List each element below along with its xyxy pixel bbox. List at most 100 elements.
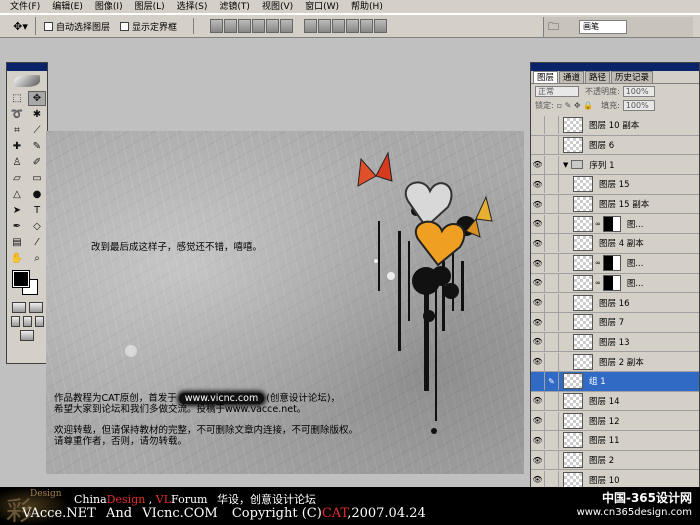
eyedropper-icon[interactable]: ⁄ <box>28 235 46 250</box>
layer-mask-thumbnail[interactable] <box>602 255 621 272</box>
lock-icons[interactable]: ▫ ✎ ✥ 🔒 <box>557 101 593 110</box>
dodge-tool-icon[interactable]: ● <box>28 187 46 202</box>
menu-help[interactable]: 帮助(H) <box>345 0 389 14</box>
eye-icon[interactable]: 👁 <box>531 332 545 351</box>
link-toggle[interactable] <box>545 431 559 450</box>
align-right-icon[interactable] <box>280 19 294 33</box>
link-toggle[interactable] <box>545 293 559 312</box>
layer-row[interactable]: 👁 图层 15 副本 <box>531 194 699 215</box>
eye-icon[interactable]: 👁 <box>531 214 545 233</box>
hand-tool-icon[interactable]: ✋ <box>8 251 26 266</box>
align-hcenter-icon[interactable] <box>266 19 280 33</box>
menu-file[interactable]: 文件(F) <box>4 0 46 14</box>
layer-row[interactable]: 👁 ∞ 图... <box>531 253 699 274</box>
menu-image[interactable]: 图像(I) <box>89 0 129 14</box>
link-toggle[interactable] <box>545 254 559 273</box>
menu-edit[interactable]: 编辑(E) <box>46 0 89 14</box>
tool-preset-picker[interactable]: ✥▾ <box>6 17 36 35</box>
document-canvas[interactable]: 改到最后成这样子，感觉还不错，嘻嘻。 作品教程为CAT原创，首发于 www.vic… <box>46 131 524 474</box>
toolbox-title-bar[interactable] <box>7 63 47 71</box>
link-toggle[interactable] <box>545 155 559 174</box>
layer-row[interactable]: 👁 图层 7 <box>531 312 699 333</box>
layer-mask-thumbnail[interactable] <box>602 274 621 291</box>
standard-mode-icon[interactable] <box>11 302 26 313</box>
tab-history[interactable]: 历史记录 <box>611 71 654 83</box>
show-bounds-checkbox[interactable]: 显示定界框 <box>120 20 177 33</box>
eye-icon[interactable]: 👁 <box>531 254 545 273</box>
layer-row[interactable]: 图层 10 副本 <box>531 116 699 136</box>
eye-icon[interactable]: 👁 <box>531 451 545 470</box>
foreground-color-swatch[interactable] <box>12 270 30 288</box>
menu-view[interactable]: 视图(V) <box>256 0 299 14</box>
gradient-tool-icon[interactable]: ▭ <box>28 171 46 186</box>
jump-to-imageready-icon[interactable] <box>20 330 34 341</box>
toolbox-logo[interactable] <box>7 71 47 91</box>
layer-row[interactable]: 👁 图层 2 副本 <box>531 352 699 372</box>
magic-wand-icon[interactable]: ✱ <box>28 107 46 122</box>
link-toggle[interactable] <box>545 332 559 351</box>
tab-paths[interactable]: 路径 <box>585 71 611 83</box>
layer-row[interactable]: 👁 图层 16 <box>531 293 699 313</box>
link-toggle[interactable] <box>545 451 559 470</box>
link-toggle[interactable] <box>545 214 559 233</box>
layer-mask-thumbnail[interactable] <box>602 215 621 232</box>
layers-panel-title-bar[interactable] <box>531 63 699 71</box>
link-toggle[interactable] <box>545 234 559 253</box>
healing-brush-icon[interactable]: ✚ <box>8 139 26 154</box>
align-bottom-icon[interactable] <box>238 19 252 33</box>
eye-icon[interactable]: 👁 <box>531 155 545 174</box>
link-toggle[interactable] <box>545 411 559 430</box>
fill-field[interactable]: 100% <box>622 99 655 111</box>
menu-layer[interactable]: 图层(L) <box>129 0 171 14</box>
align-left-icon[interactable] <box>252 19 266 33</box>
brush-icon[interactable]: ✎ <box>545 372 559 391</box>
menu-select[interactable]: 选择(S) <box>171 0 214 14</box>
quick-mask-icon[interactable] <box>28 302 43 313</box>
eye-icon[interactable]: 👁 <box>531 352 545 371</box>
layer-row[interactable]: 👁 图层 15 <box>531 175 699 195</box>
layer-row[interactable]: 👁 图层 13 <box>531 332 699 353</box>
screen-standard-icon[interactable] <box>10 316 20 327</box>
eye-icon[interactable]: 👁 <box>531 195 545 214</box>
path-select-icon[interactable]: ➤ <box>8 203 26 218</box>
blur-tool-icon[interactable]: △ <box>8 187 26 202</box>
screen-full-icon[interactable] <box>34 316 44 327</box>
screen-menubar-icon[interactable] <box>22 316 32 327</box>
distribute-vcenter-icon[interactable] <box>318 19 332 33</box>
eraser-tool-icon[interactable]: ▱ <box>8 171 26 186</box>
brush-tab[interactable]: 画笔 <box>579 20 627 34</box>
link-toggle[interactable] <box>545 136 559 155</box>
link-toggle[interactable] <box>545 195 559 214</box>
crop-tool-icon[interactable]: ⌗ <box>8 123 26 138</box>
pen-tool-icon[interactable]: ✒ <box>8 219 26 234</box>
visibility-toggle[interactable] <box>531 372 545 391</box>
layer-row[interactable]: 👁 图层 14 <box>531 391 699 412</box>
eye-icon[interactable]: 👁 <box>531 313 545 332</box>
layer-row[interactable]: 👁 ▼ 序列 1 <box>531 155 699 176</box>
link-toggle[interactable] <box>545 313 559 332</box>
distribute-top-icon[interactable] <box>304 19 318 33</box>
tab-channels[interactable]: 通道 <box>559 71 585 83</box>
link-toggle[interactable] <box>545 116 559 135</box>
layer-row[interactable]: 👁 ∞ 图... <box>531 214 699 235</box>
eye-icon[interactable]: 👁 <box>531 273 545 292</box>
auto-select-checkbox[interactable]: 自动选择图层 <box>44 20 110 33</box>
menu-filter[interactable]: 滤镜(T) <box>213 0 256 14</box>
link-toggle[interactable] <box>545 391 559 410</box>
tab-layers[interactable]: 图层 <box>533 71 559 83</box>
clone-stamp-icon[interactable]: ♙ <box>8 155 26 170</box>
opacity-field[interactable]: 100% <box>622 85 655 97</box>
eye-icon[interactable]: 👁 <box>531 411 545 430</box>
eye-icon[interactable]: 👁 <box>531 431 545 450</box>
eye-icon[interactable]: 👁 <box>531 391 545 410</box>
distribute-right-icon[interactable] <box>374 19 388 33</box>
history-brush-icon[interactable]: ✐ <box>28 155 46 170</box>
lasso-tool-icon[interactable]: ➰ <box>8 107 26 122</box>
layer-row[interactable]: ✎ 组 1 <box>531 371 699 392</box>
type-tool-icon[interactable]: T <box>28 203 46 218</box>
menu-window[interactable]: 窗口(W) <box>299 0 345 14</box>
expand-arrow-icon[interactable]: ▼ <box>563 161 568 169</box>
zoom-tool-icon[interactable]: ⌕ <box>28 251 46 266</box>
move-tool-icon[interactable]: ✥ <box>28 91 46 106</box>
distribute-left-icon[interactable] <box>346 19 360 33</box>
